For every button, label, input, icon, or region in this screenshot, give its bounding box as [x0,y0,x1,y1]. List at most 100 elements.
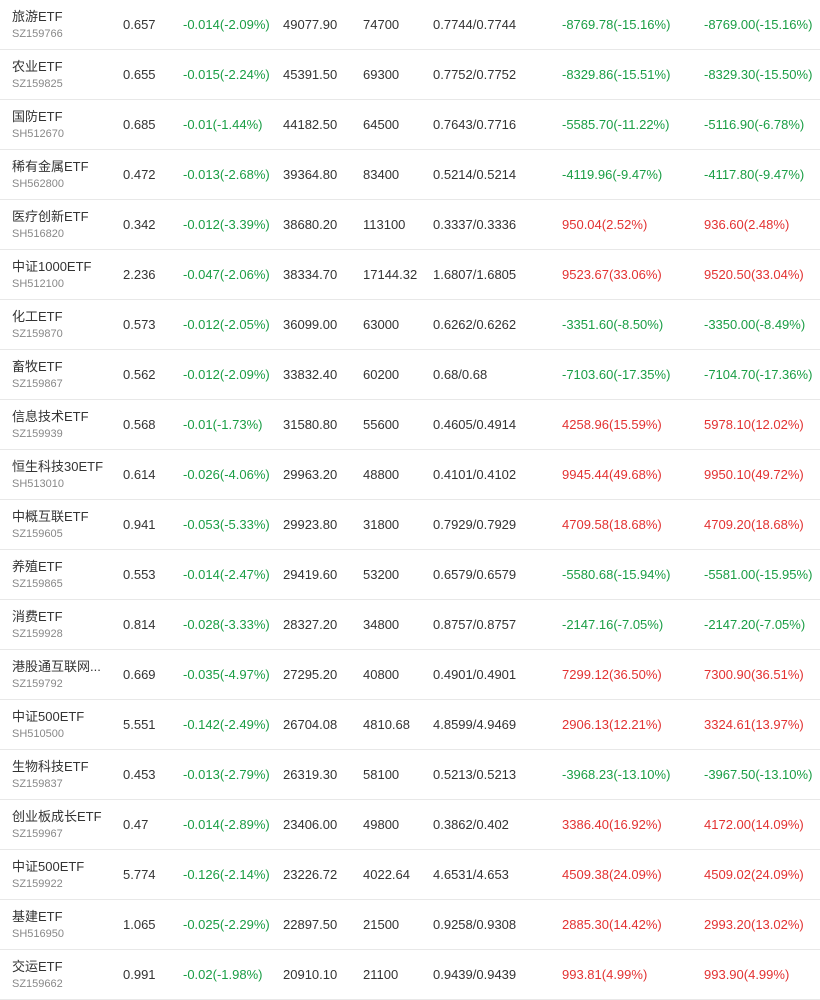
fund-name-link[interactable]: 养殖ETF [12,556,63,575]
holding-quantity: 17144.32 [363,267,418,282]
current-price: 0.553 [123,567,156,582]
fund-name-cell: 中证500ETF SZ159922 [12,850,112,899]
holding-quantity: 4810.68 [363,717,410,732]
table-row[interactable]: 中证1000ETF SH512100 2.236 -0.047(-2.06%) 3833… [0,250,820,300]
price-change: -0.012(-3.39%) [183,217,270,232]
table-row[interactable]: 生物科技ETF SZ159837 0.453 -0.013(-2.79%) 26319.… [0,750,820,800]
price-change: -0.026(-4.06%) [183,467,270,482]
market-value: 45391.50 [283,67,338,82]
fund-name-cell: 畜牧ETF SZ159867 [12,350,112,399]
fund-name-link[interactable]: 信息技术ETF [12,406,89,425]
current-price: 0.685 [123,117,156,132]
fund-name-link[interactable]: 中证1000ETF [12,256,91,275]
profit-loss-alt: -8769.00(-15.16%) [704,17,813,32]
current-price: 0.669 [123,667,156,682]
profit-loss-alt: 936.60(2.48%) [704,217,790,232]
table-row[interactable]: 消费ETF SZ159928 0.814 -0.028(-3.33%) 28327.20… [0,600,820,650]
fund-name-link[interactable]: 中概互联ETF [12,506,89,525]
price-change: -0.014(-2.09%) [183,17,270,32]
fund-name-link[interactable]: 消费ETF [12,606,63,625]
current-price: 2.236 [123,267,156,282]
fund-name-link[interactable]: 医疗创新ETF [12,206,89,225]
cost-price: 0.7744/0.7744 [433,17,517,32]
current-price: 0.472 [123,167,156,182]
fund-name-link[interactable]: 创业板成长ETF [12,806,102,825]
market-value: 38334.70 [283,267,338,282]
fund-name-cell: 中证1000ETF SH512100 [12,250,112,299]
fund-name-link[interactable]: 港股通互联网... [12,656,101,675]
table-row[interactable]: 中证500ETF SZ159922 5.774 -0.126(-2.14%) 23226… [0,850,820,900]
price-change: -0.01(-1.73%) [183,417,263,432]
profit-loss-alt: -7104.70(-17.36%) [704,367,813,382]
cost-price: 0.6262/0.6262 [433,317,517,332]
table-row[interactable]: 旅游ETF SZ159766 0.657 -0.014(-2.09%) 49077.90… [0,0,820,50]
price-change: -0.01(-1.44%) [183,117,263,132]
holding-quantity: 55600 [363,417,400,432]
profit-loss-alt: -2147.20(-7.05%) [704,617,806,632]
fund-name-link[interactable]: 恒生科技30ETF [12,456,103,475]
profit-loss: -5580.68(-15.94%) [562,567,671,582]
profit-loss-alt: 7300.90(36.51%) [704,667,804,682]
profit-loss-alt: 4709.20(18.68%) [704,517,804,532]
fund-name-link[interactable]: 农业ETF [12,56,63,75]
table-row[interactable]: 畜牧ETF SZ159867 0.562 -0.012(-2.09%) 33832.40… [0,350,820,400]
market-value: 36099.00 [283,317,338,332]
profit-loss: 9945.44(49.68%) [562,467,662,482]
table-row[interactable]: 化工ETF SZ159870 0.573 -0.012(-2.05%) 36099.00… [0,300,820,350]
profit-loss: 9523.67(33.06%) [562,267,662,282]
current-price: 0.655 [123,67,156,82]
holding-quantity: 74700 [363,17,400,32]
fund-name-link[interactable]: 基建ETF [12,906,63,925]
holding-quantity: 40800 [363,667,400,682]
profit-loss-alt: 4509.02(24.09%) [704,867,804,882]
price-change: -0.015(-2.24%) [183,67,270,82]
fund-name-link[interactable]: 交运ETF [12,956,63,975]
table-row[interactable]: 农业ETF SZ159825 0.655 -0.015(-2.24%) 45391.50… [0,50,820,100]
table-row[interactable]: 信息技术ETF SZ159939 0.568 -0.01(-1.73%) 31580.8… [0,400,820,450]
fund-name-cell: 农业ETF SZ159825 [12,50,112,99]
price-change: -0.012(-2.09%) [183,367,270,382]
fund-name-link[interactable]: 中证500ETF [12,856,84,875]
table-row[interactable]: 创业板成长ETF SZ159967 0.47 -0.014(-2.89%) 23406.… [0,800,820,850]
cost-price: 0.7929/0.7929 [433,517,517,532]
table-row[interactable]: 养殖ETF SZ159865 0.553 -0.014(-2.47%) 29419.60… [0,550,820,600]
fund-code: SZ159605 [12,528,63,540]
current-price: 0.568 [123,417,156,432]
profit-loss-alt: -8329.30(-15.50%) [704,67,813,82]
fund-name-link[interactable]: 生物科技ETF [12,756,89,775]
market-value: 22897.50 [283,917,338,932]
table-row[interactable]: 港股通互联网... SZ159792 0.669 -0.035(-4.97%) 2729… [0,650,820,700]
fund-name-cell: 中证500ETF SH510500 [12,700,112,749]
fund-name-cell: 稀有金属ETF SH562800 [12,150,112,199]
holding-quantity: 69300 [363,67,400,82]
fund-name-link[interactable]: 畜牧ETF [12,356,63,375]
profit-loss: 950.04(2.52%) [562,217,648,232]
current-price: 5.774 [123,867,156,882]
fund-name-link[interactable]: 旅游ETF [12,6,63,25]
profit-loss-alt: -4117.80(-9.47%) [704,167,805,182]
fund-name-link[interactable]: 化工ETF [12,306,63,325]
table-row[interactable]: 基建ETF SH516950 1.065 -0.025(-2.29%) 22897.50… [0,900,820,950]
market-value: 23406.00 [283,817,338,832]
table-row[interactable]: 恒生科技30ETF SH513010 0.614 -0.026(-4.06%) 2996… [0,450,820,500]
fund-code: SH516950 [12,928,64,940]
fund-name-cell: 基建ETF SH516950 [12,900,112,949]
fund-name-link[interactable]: 稀有金属ETF [12,156,89,175]
current-price: 0.941 [123,517,156,532]
fund-name-cell: 创业板成长ETF SZ159967 [12,800,112,849]
current-price: 0.342 [123,217,156,232]
table-row[interactable]: 中证500ETF SH510500 5.551 -0.142(-2.49%) 26704… [0,700,820,750]
table-row[interactable]: 中概互联ETF SZ159605 0.941 -0.053(-5.33%) 29923.… [0,500,820,550]
table-row[interactable]: 稀有金属ETF SH562800 0.472 -0.013(-2.68%) 39364.… [0,150,820,200]
holding-quantity: 31800 [363,517,400,532]
holding-quantity: 63000 [363,317,400,332]
market-value: 26319.30 [283,767,338,782]
table-row[interactable]: 医疗创新ETF SH516820 0.342 -0.012(-3.39%) 38680.… [0,200,820,250]
table-row[interactable]: 交运ETF SZ159662 0.991 -0.02(-1.98%) 20910.10 2… [0,950,820,1000]
profit-loss-alt: -3350.00(-8.49%) [704,317,806,332]
table-row[interactable]: 国防ETF SH512670 0.685 -0.01(-1.44%) 44182.50 6… [0,100,820,150]
price-change: -0.025(-2.29%) [183,917,270,932]
fund-name-link[interactable]: 国防ETF [12,106,63,125]
fund-name-link[interactable]: 中证500ETF [12,706,84,725]
market-value: 26704.08 [283,717,338,732]
